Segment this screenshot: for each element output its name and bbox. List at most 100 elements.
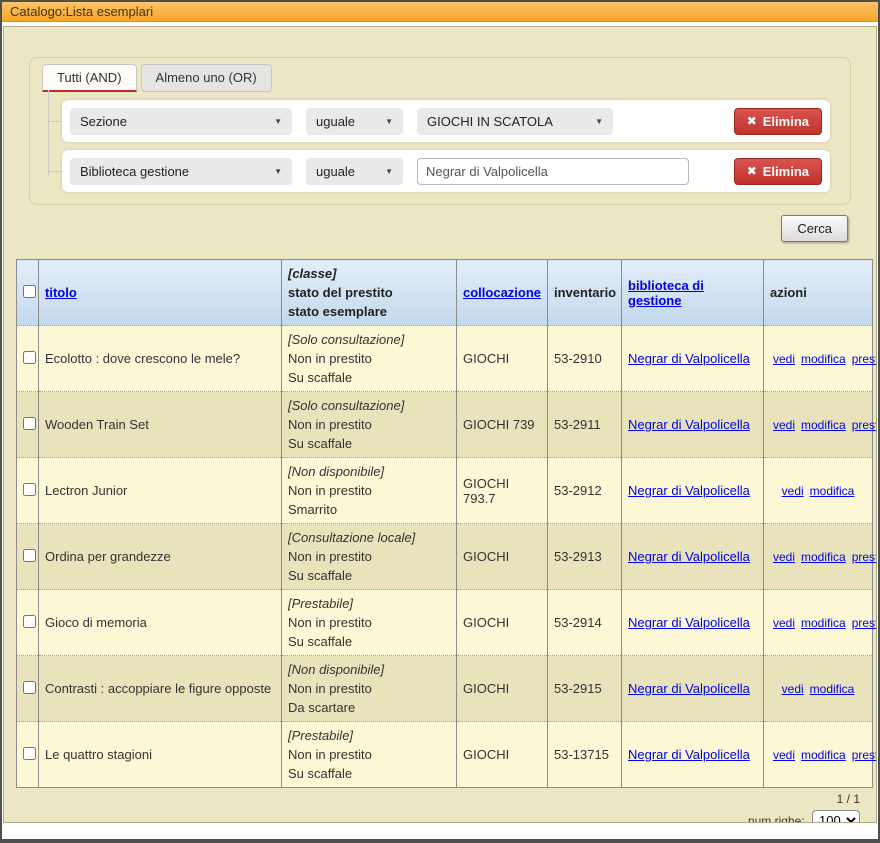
filter-value-input[interactable] — [417, 158, 689, 185]
biblioteca-link[interactable]: Negrar di Valpolicella — [628, 615, 750, 630]
cell-collocazione: GIOCHI — [457, 524, 548, 590]
tab-at-least-one-or[interactable]: Almeno uno (OR) — [141, 64, 272, 92]
cell-status: [Consultazione locale]Non in prestitoSu … — [282, 524, 457, 590]
cell-biblioteca: Negrar di Valpolicella — [622, 524, 764, 590]
vedi-action-link[interactable]: vedi — [782, 682, 804, 696]
window-title: Catalogo:Lista esemplari — [2, 2, 878, 22]
row-checkbox-cell — [17, 722, 39, 788]
rows-per-page-select[interactable]: 100 — [812, 810, 860, 823]
chevron-down-icon: ▼ — [595, 117, 603, 126]
modifica-action-link[interactable]: modifica — [810, 682, 855, 696]
row-checkbox[interactable] — [23, 417, 36, 430]
results-table: titolo [classe] stato del prestito stato… — [16, 259, 873, 788]
biblioteca-link[interactable]: Negrar di Valpolicella — [628, 351, 750, 366]
filter-field-select[interactable]: Sezione ▼ — [70, 108, 292, 135]
biblioteca-link[interactable]: Negrar di Valpolicella — [628, 549, 750, 564]
delete-filter-button[interactable]: ✖ Elimina — [734, 108, 822, 135]
row-checkbox[interactable] — [23, 747, 36, 760]
cell-status: [Non disponibile]Non in prestitoSmarrito — [282, 458, 457, 524]
row-checkbox[interactable] — [23, 549, 36, 562]
modifica-action-link[interactable]: modifica — [801, 748, 846, 762]
presta-action-link[interactable]: presta — [852, 748, 877, 762]
cell-actions: vedi modifica — [764, 656, 873, 722]
presta-action-link[interactable]: presta — [852, 352, 877, 366]
presta-action-link[interactable]: presta — [852, 616, 877, 630]
table-row: Gioco di memoria[Prestabile]Non in prest… — [17, 590, 873, 656]
cell-title: Wooden Train Set — [39, 392, 282, 458]
filter-field-select[interactable]: Biblioteca gestione ▼ — [70, 158, 292, 185]
modifica-action-link[interactable]: modifica — [801, 616, 846, 630]
modifica-action-link[interactable]: modifica — [801, 352, 846, 366]
cell-biblioteca: Negrar di Valpolicella — [622, 326, 764, 392]
filter-row-biblioteca: Biblioteca gestione ▼ uguale ▼ ✖ Elimina — [62, 150, 830, 192]
cell-status: [Solo consultazione]Non in prestitoSu sc… — [282, 326, 457, 392]
vedi-action-link[interactable]: vedi — [773, 748, 795, 762]
cell-collocazione: GIOCHI — [457, 656, 548, 722]
row-checkbox[interactable] — [23, 483, 36, 496]
cell-actions: vedimodificapresta — [764, 524, 873, 590]
filter-row-sezione: Sezione ▼ uguale ▼ GIOCHI IN SCATOLA ▼ ✖… — [62, 100, 830, 142]
table-row: Ecolotto : dove crescono le mele?[Solo c… — [17, 326, 873, 392]
row-checkbox-cell — [17, 590, 39, 656]
cell-inventario: 53-2911 — [548, 392, 622, 458]
header-inventario: inventario — [548, 260, 622, 326]
row-checkbox-cell — [17, 392, 39, 458]
biblioteca-link[interactable]: Negrar di Valpolicella — [628, 747, 750, 762]
row-checkbox-cell — [17, 326, 39, 392]
table-row: Lectron Junior[Non disponibile]Non in pr… — [17, 458, 873, 524]
vedi-action-link[interactable]: vedi — [773, 550, 795, 564]
cell-collocazione: GIOCHI 793.7 — [457, 458, 548, 524]
cell-actions: vedimodificaprestaprenota-questa-copia — [764, 590, 873, 656]
vedi-action-link[interactable]: vedi — [773, 418, 795, 432]
biblioteca-link[interactable]: Negrar di Valpolicella — [628, 483, 750, 498]
chevron-down-icon: ▼ — [274, 167, 282, 176]
presta-action-link[interactable]: presta — [852, 418, 877, 432]
cell-biblioteca: Negrar di Valpolicella — [622, 722, 764, 788]
biblioteca-link[interactable]: Negrar di Valpolicella — [628, 681, 750, 696]
tab-all-and[interactable]: Tutti (AND) — [42, 64, 137, 92]
vedi-action-link[interactable]: vedi — [773, 352, 795, 366]
cell-title: Ecolotto : dove crescono le mele? — [39, 326, 282, 392]
rows-per-page-label: num.righe: — [748, 814, 805, 823]
chevron-down-icon: ▼ — [274, 117, 282, 126]
select-all-checkbox[interactable] — [23, 285, 36, 298]
row-checkbox[interactable] — [23, 681, 36, 694]
row-checkbox-cell — [17, 656, 39, 722]
filter-operator-select[interactable]: uguale ▼ — [306, 108, 403, 135]
cell-actions: vedimodificaprestaprenota-questa-copia — [764, 392, 873, 458]
delete-filter-button[interactable]: ✖ Elimina — [734, 158, 822, 185]
sort-collocazione-link[interactable]: collocazione — [463, 285, 541, 300]
catalog-window: Catalogo:Lista esemplari Tutti (AND) Alm… — [0, 0, 880, 843]
row-checkbox-cell — [17, 524, 39, 590]
header-status: [classe] stato del prestito stato esempl… — [282, 260, 457, 326]
table-row: Contrasti : accoppiare le figure opposte… — [17, 656, 873, 722]
table-row: Ordina per grandezze[Consultazione local… — [17, 524, 873, 590]
filter-operator-select[interactable]: uguale ▼ — [306, 158, 403, 185]
cell-collocazione: GIOCHI — [457, 722, 548, 788]
sort-biblioteca-link[interactable]: biblioteca di gestione — [628, 278, 704, 308]
cell-inventario: 53-13715 — [548, 722, 622, 788]
cell-title: Ordina per grandezze — [39, 524, 282, 590]
row-checkbox[interactable] — [23, 615, 36, 628]
filter-field-value: Biblioteca gestione — [80, 164, 189, 179]
modifica-action-link[interactable]: modifica — [801, 418, 846, 432]
filter-builder: Tutti (AND) Almeno uno (OR) Sezione ▼ ug… — [29, 57, 851, 205]
cell-title: Lectron Junior — [39, 458, 282, 524]
sort-titolo-link[interactable]: titolo — [45, 285, 77, 300]
vedi-action-link[interactable]: vedi — [773, 616, 795, 630]
presta-action-link[interactable]: presta — [852, 550, 877, 564]
modifica-action-link[interactable]: modifica — [810, 484, 855, 498]
table-row: Le quattro stagioni[Prestabile]Non in pr… — [17, 722, 873, 788]
filter-value-select[interactable]: GIOCHI IN SCATOLA ▼ — [417, 108, 613, 135]
modifica-action-link[interactable]: modifica — [801, 550, 846, 564]
cell-status: [Prestabile]Non in prestitoSu scaffale — [282, 722, 457, 788]
search-bar: Cerca — [4, 215, 848, 242]
row-checkbox[interactable] — [23, 351, 36, 364]
page-indicator: 1 / 1 — [4, 792, 860, 806]
vedi-action-link[interactable]: vedi — [782, 484, 804, 498]
cell-collocazione: GIOCHI — [457, 590, 548, 656]
search-button[interactable]: Cerca — [781, 215, 848, 242]
biblioteca-link[interactable]: Negrar di Valpolicella — [628, 417, 750, 432]
filter-value-text: GIOCHI IN SCATOLA — [427, 114, 553, 129]
x-icon: ✖ — [747, 164, 757, 178]
